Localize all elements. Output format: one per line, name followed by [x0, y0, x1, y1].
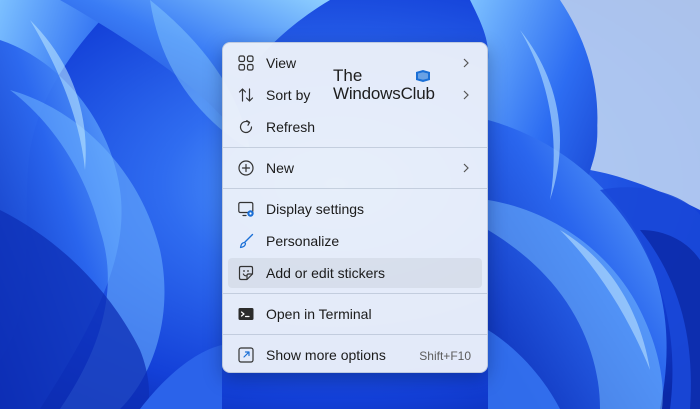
menu-separator	[223, 147, 487, 148]
sticker-icon	[237, 264, 255, 282]
menu-item-label: New	[266, 160, 295, 176]
menu-item-label: Display settings	[266, 201, 365, 217]
menu-item-refresh[interactable]: Refresh	[228, 112, 482, 142]
menu-item-add-or-edit-stickers[interactable]: Add or edit stickers	[228, 258, 482, 288]
menu-item-open-in-terminal[interactable]: Open in Terminal	[228, 299, 482, 329]
menu-item-label: Refresh	[266, 119, 316, 135]
display-settings-icon	[237, 200, 255, 218]
chevron-right-icon	[462, 58, 470, 68]
chevron-right-icon	[462, 163, 470, 173]
sort-arrows-icon	[237, 86, 255, 104]
menu-item-display-settings[interactable]: Display settings	[228, 194, 482, 224]
menu-item-label: View	[266, 55, 297, 71]
menu-separator	[223, 188, 487, 189]
menu-item-personalize[interactable]: Personalize	[228, 226, 482, 256]
shortcut-label: Shift+F10	[419, 349, 471, 363]
brush-icon	[237, 232, 255, 250]
menu-item-view[interactable]: View	[228, 48, 482, 78]
menu-item-label: Personalize	[266, 233, 340, 249]
menu-item-label: Open in Terminal	[266, 306, 372, 322]
desktop[interactable]: The WindowsClub View Sort by Refresh New…	[0, 0, 700, 409]
menu-item-new[interactable]: New	[228, 153, 482, 183]
chevron-right-icon	[462, 90, 470, 100]
terminal-icon	[237, 305, 255, 323]
menu-item-sort-by[interactable]: Sort by	[228, 80, 482, 110]
menu-separator	[223, 293, 487, 294]
refresh-icon	[237, 118, 255, 136]
view-grid-icon	[237, 54, 255, 72]
plus-circle-icon	[237, 159, 255, 177]
desktop-context-menu: The WindowsClub View Sort by Refresh New…	[222, 42, 488, 373]
menu-item-show-more-options[interactable]: Show more options Shift+F10	[228, 340, 482, 370]
menu-item-label: Sort by	[266, 87, 311, 103]
menu-item-label: Add or edit stickers	[266, 265, 386, 281]
menu-item-label: Show more options	[266, 347, 386, 363]
menu-separator	[223, 334, 487, 335]
show-more-options-icon	[237, 346, 255, 364]
